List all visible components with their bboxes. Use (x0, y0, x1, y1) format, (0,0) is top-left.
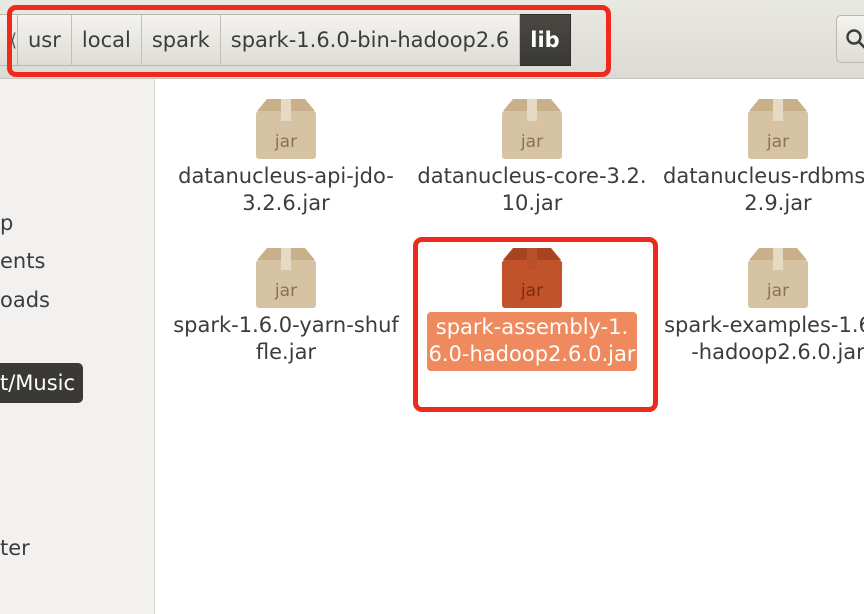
file-name: datanucleus-rdbms-3.2.9.jar (663, 164, 864, 215)
search-button[interactable] (836, 15, 864, 63)
sidebar-item-music[interactable]: t/Music (0, 363, 84, 403)
svg-text:jar: jar (520, 281, 543, 301)
breadcrumb-spark-dir[interactable]: spark-1.6.0-bin-hadoop2.6 (220, 14, 521, 66)
file-name: datanucleus-api-jdo-3.2.6.jar (178, 164, 394, 215)
breadcrumb-lib[interactable]: lib (520, 14, 571, 66)
file-item[interactable]: jar datanucleus-api-jdo-3.2.6.jar (171, 97, 401, 217)
file-grid: jar datanucleus-api-jdo-3.2.6.jar jar da… (155, 79, 864, 614)
sidebar-item-computer[interactable]: ter (0, 536, 30, 560)
file-item-selected[interactable]: jar spark-assembly-1.6.0-hadoop2.6.0.jar (417, 246, 647, 371)
jar-file-icon: jar (748, 248, 808, 308)
breadcrumb-spark[interactable]: spark (141, 14, 221, 66)
sidebar-item-downloads[interactable]: oads (0, 288, 50, 312)
file-name: spark-examples-1.6.0-hadoop2.6.0.jar (664, 313, 864, 364)
breadcrumb-scroll-left[interactable]: ⟨ (0, 14, 18, 66)
file-item[interactable]: jar datanucleus-rdbms-3.2.9.jar (663, 97, 864, 217)
sidebar-item-documents[interactable]: ents (0, 249, 45, 273)
toolbar: ⟨ usr local spark spark-1.6.0-bin-hadoop… (0, 0, 864, 79)
file-item[interactable]: jar datanucleus-core-3.2.10.jar (417, 97, 647, 217)
search-icon (846, 29, 864, 49)
breadcrumb: ⟨ usr local spark spark-1.6.0-bin-hadoop… (0, 14, 571, 66)
jar-file-icon: jar (502, 99, 562, 159)
file-name: datanucleus-core-3.2.10.jar (417, 164, 647, 215)
chevron-left-icon: ⟨ (9, 29, 17, 51)
breadcrumb-local[interactable]: local (71, 14, 142, 66)
svg-text:jar: jar (766, 281, 789, 301)
jar-file-icon: jar (256, 99, 316, 159)
jar-file-icon: jar (748, 99, 808, 159)
jar-file-icon: jar (502, 248, 562, 308)
file-item[interactable]: jar spark-examples-1.6.0-hadoop2.6.0.jar (663, 246, 864, 366)
svg-text:jar: jar (274, 281, 297, 301)
jar-file-icon: jar (256, 248, 316, 308)
breadcrumb-usr[interactable]: usr (18, 14, 72, 66)
sidebar-item-desktop[interactable]: p (0, 211, 13, 235)
svg-text:jar: jar (274, 132, 297, 152)
svg-text:jar: jar (766, 132, 789, 152)
sidebar: p ents oads t/Music ter (0, 79, 155, 614)
file-item[interactable]: jar spark-1.6.0-yarn-shuffle.jar (171, 246, 401, 366)
file-name: spark-assembly-1.6.0-hadoop2.6.0.jar (427, 312, 637, 371)
file-name: spark-1.6.0-yarn-shuffle.jar (173, 313, 399, 364)
svg-text:jar: jar (520, 132, 543, 152)
